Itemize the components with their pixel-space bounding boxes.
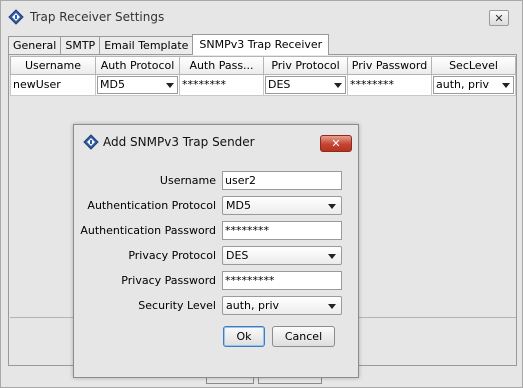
priv-protocol-cell-dropdown[interactable]: DES [265,76,346,94]
username-label: Username [159,174,216,187]
column-header-auth-protocol[interactable]: Auth Protocol [96,56,180,75]
priv-password-row: Privacy Password ********* [80,271,352,291]
window-close-button[interactable]: ✕ [489,10,509,26]
chevron-down-icon [334,83,342,88]
chevron-down-icon [328,254,336,259]
auth-protocol-select[interactable]: MD5 [222,196,342,215]
auth-password-row: Authentication Password ******** [80,221,352,241]
chevron-down-icon [328,304,336,309]
tab-general[interactable]: General [8,36,62,55]
seclevel-cell-value: auth, priv [436,78,490,91]
snmpv3-users-table: Username Auth Protocol Auth Pass... Priv… [10,56,516,96]
priv-protocol-select[interactable]: DES [222,246,342,265]
settings-tabs: General SMTP Email Template SNMPv3 Trap … [8,34,330,55]
auth-protocol-cell-value: MD5 [100,78,125,91]
priv-protocol-row: Privacy Protocol DES [80,246,352,266]
username-field[interactable]: user2 [222,171,342,190]
table-row[interactable]: newUser MD5 ******** DES ******** auth, … [10,75,516,96]
app-diamond-icon [83,134,99,150]
auth-password-label: Authentication Password [80,224,216,237]
security-level-row: Security Level auth, priv [80,296,352,316]
cell-auth-protocol[interactable]: MD5 [96,75,180,96]
tab-email-template[interactable]: Email Template [99,36,194,55]
priv-protocol-cell-value: DES [268,78,291,91]
security-level-select[interactable]: auth, priv [222,296,342,315]
app-diamond-icon [8,9,24,25]
tab-snmpv3-trap-receiver[interactable]: SNMPv3 Trap Receiver [192,34,330,55]
priv-password-label: Privacy Password [121,274,216,287]
tab-smtp[interactable]: SMTP [60,36,101,55]
auth-protocol-value: MD5 [226,199,251,212]
cell-priv-protocol[interactable]: DES [264,75,348,96]
window-title: Trap Receiver Settings [30,10,165,24]
chevron-down-icon [502,83,510,88]
chevron-down-icon [328,204,336,209]
table-header-row: Username Auth Protocol Auth Pass... Priv… [10,56,516,75]
security-level-label: Security Level [138,299,216,312]
auth-password-field[interactable]: ******** [222,221,342,240]
ok-button[interactable]: Ok [223,326,265,347]
cell-priv-password[interactable]: ******** [348,75,432,96]
column-header-priv-password[interactable]: Priv Password [348,56,432,75]
auth-protocol-row: Authentication Protocol MD5 [80,196,352,216]
dialog-form: Username user2 Authentication Protocol M… [80,159,352,373]
username-row: Username user2 [80,171,352,191]
column-header-seclevel[interactable]: SecLevel [432,56,516,75]
dialog-close-button[interactable]: ✕ [320,135,352,152]
add-snmpv3-trap-sender-dialog: Add SNMPv3 Trap Sender ✕ Username user2 … [73,124,359,378]
window-title-bar[interactable]: Trap Receiver Settings ✕ [1,1,522,33]
priv-protocol-value: DES [226,249,249,262]
seclevel-cell-dropdown[interactable]: auth, priv [433,76,514,94]
dialog-title: Add SNMPv3 Trap Sender [103,135,255,149]
cell-auth-password[interactable]: ******** [180,75,264,96]
security-level-value: auth, priv [226,299,280,312]
cell-username[interactable]: newUser [10,75,96,96]
priv-protocol-label: Privacy Protocol [128,249,216,262]
cell-seclevel[interactable]: auth, priv [432,75,516,96]
priv-password-field[interactable]: ********* [222,271,342,290]
auth-protocol-label: Authentication Protocol [87,199,216,212]
cancel-button[interactable]: Cancel [272,326,335,347]
column-header-auth-password[interactable]: Auth Pass... [180,56,264,75]
column-header-priv-protocol[interactable]: Priv Protocol [264,56,348,75]
dialog-title-bar[interactable]: Add SNMPv3 Trap Sender ✕ [74,125,358,159]
chevron-down-icon [166,83,174,88]
auth-protocol-cell-dropdown[interactable]: MD5 [97,76,178,94]
column-header-username[interactable]: Username [10,56,96,75]
